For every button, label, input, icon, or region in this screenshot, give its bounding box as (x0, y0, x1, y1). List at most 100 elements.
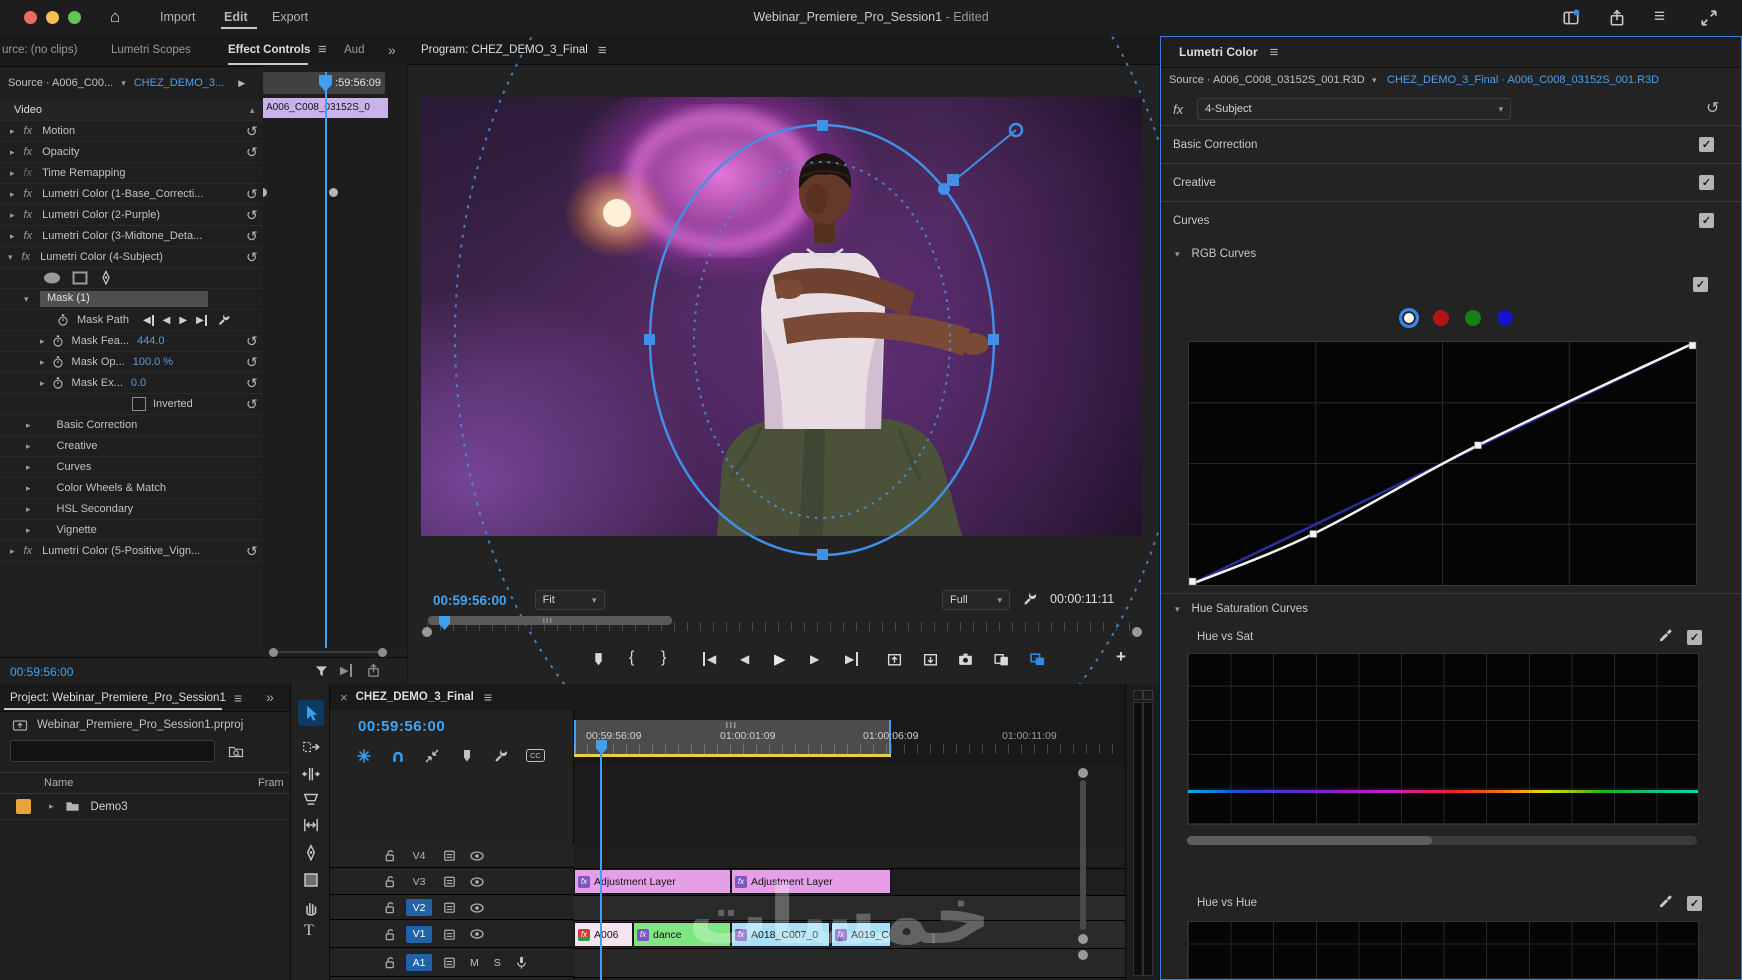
mask-opacity-value[interactable]: 100.0 % (133, 356, 173, 368)
reset-icon[interactable]: ↺ (246, 355, 258, 369)
timeline-ruler[interactable]: 00:59:56:09 01:00:01:09 01:00:06:09 01:0… (574, 710, 1125, 764)
program-video-frame[interactable] (421, 97, 1142, 536)
stopwatch-icon[interactable] (51, 355, 65, 369)
timeline-playhead-line[interactable] (600, 748, 602, 980)
reset-icon[interactable]: ↺ (246, 187, 258, 201)
keyframe-icon[interactable] (329, 188, 338, 197)
lumetri-section-basic[interactable]: Basic Correction ✓ (1161, 126, 1741, 163)
scrollbar-handle[interactable] (269, 648, 278, 657)
play-icon[interactable]: ▶ (774, 650, 786, 668)
effect-row-time-remapping[interactable]: ▸fx Time Remapping (0, 163, 263, 184)
ec-playhead-line[interactable] (325, 72, 327, 648)
tab-lumetri-scopes[interactable]: Lumetri Scopes (111, 44, 191, 56)
program-timecode[interactable]: 00:59:56:00 (433, 593, 507, 608)
reset-icon[interactable]: ↺ (246, 124, 258, 138)
filter-effects-icon[interactable] (314, 664, 329, 679)
eye-icon[interactable] (469, 926, 485, 942)
add-marker-icon[interactable] (590, 651, 607, 668)
close-sequence-icon[interactable]: × (340, 690, 348, 705)
hue-vs-hue-checkbox[interactable]: ✓ (1687, 896, 1702, 911)
ripple-edit-tool[interactable] (302, 765, 320, 783)
work-area-yellow-bar[interactable] (574, 754, 891, 757)
scrollbar-handle[interactable] (378, 648, 387, 657)
fullscreen-icon[interactable] (1700, 9, 1718, 27)
comparison-view-icon[interactable] (993, 651, 1010, 668)
create-rect-mask-icon[interactable] (72, 271, 88, 285)
column-frame-rate[interactable]: Fram (258, 777, 284, 789)
go-to-out-icon[interactable]: ▶ (845, 652, 858, 666)
create-ellipse-mask-icon[interactable] (42, 271, 62, 285)
lumetri-panel-menu-icon[interactable]: ≡ (1270, 44, 1279, 61)
reset-icon[interactable]: ↺ (246, 334, 258, 348)
step-mask-back-icon[interactable]: ◀ (163, 315, 171, 326)
reset-icon[interactable]: ↺ (1706, 101, 1719, 117)
stopwatch-icon[interactable] (51, 334, 65, 348)
stopwatch-icon[interactable] (56, 313, 70, 327)
track-mask-back-icon[interactable]: ◀ (143, 315, 154, 326)
rectangle-tool[interactable] (303, 872, 319, 888)
mask-name[interactable]: Mask (1) (40, 291, 208, 307)
section-basic-correction[interactable]: ▸ Basic Correction (0, 415, 263, 436)
channel-blue-button[interactable] (1497, 310, 1513, 326)
chevron-down-icon[interactable]: ▾ (121, 78, 126, 89)
hue-vs-hue-grid[interactable] (1187, 921, 1699, 980)
search-input[interactable] (10, 740, 215, 762)
effect-row-lumetri-5[interactable]: ▸fx Lumetri Color (5-Positive_Vign... ↺ (0, 541, 263, 562)
track-mask-play-icon[interactable]: ▶ (179, 315, 187, 326)
track-settings-icon[interactable] (442, 955, 457, 970)
effect-row-lumetri-1[interactable]: ▸fx Lumetri Color (1-Base_Correcti... ↺ (0, 184, 263, 205)
track-settings-icon[interactable] (442, 848, 457, 863)
ec-bottom-timecode[interactable]: 00:59:56:00 (10, 665, 73, 679)
scrubber-handle-left[interactable] (422, 627, 432, 637)
effect-row-opacity[interactable]: ▸fx Opacity ↺ (0, 142, 263, 163)
timeline-settings-wrench-icon[interactable] (493, 748, 509, 764)
step-forward-icon[interactable]: ▶ (810, 652, 819, 666)
hue-sat-curves-header[interactable]: ▾ Hue Saturation Curves (1161, 595, 1741, 623)
zoom-level-select[interactable]: Fit▾ (535, 590, 605, 610)
type-tool[interactable]: T (304, 922, 314, 940)
eyedropper-icon[interactable] (1658, 628, 1673, 643)
export-panel-icon[interactable] (366, 663, 381, 678)
basic-correction-checkbox[interactable]: ✓ (1699, 137, 1714, 152)
clip-a006[interactable]: fx A006 (574, 922, 633, 947)
mask-tracking-options-icon[interactable] (217, 313, 231, 327)
channel-white-button[interactable] (1399, 308, 1419, 328)
mask-row[interactable]: ▾ Mask (1) (0, 289, 263, 310)
lock-icon[interactable] (382, 874, 397, 889)
hue-vs-sat-grid[interactable] (1187, 653, 1699, 825)
track-target-v2[interactable]: V2 (406, 899, 432, 916)
extract-icon[interactable] (922, 651, 939, 668)
captions-icon[interactable]: CC (526, 749, 545, 762)
creative-checkbox[interactable]: ✓ (1699, 175, 1714, 190)
play-audio-preview-icon[interactable]: ▶ (340, 664, 352, 677)
track-target-v1[interactable]: V1 (406, 926, 432, 943)
rgb-curves-header[interactable]: ▾ RGB Curves (1161, 239, 1741, 269)
step-back-icon[interactable]: ◀ (740, 652, 749, 666)
lumetri-effect-select[interactable]: 4-Subject▾ (1197, 98, 1511, 120)
track-settings-icon[interactable] (442, 874, 457, 889)
project-filename[interactable]: Webinar_Premiere_Pro_Session1.prproj (37, 719, 243, 731)
lumetri-section-creative[interactable]: Creative ✓ (1161, 164, 1741, 201)
ec-horizontal-scrollbar[interactable] (263, 648, 407, 657)
go-to-in-icon[interactable]: ◀ (703, 652, 716, 666)
tab-overflow-icon[interactable]: » (388, 42, 396, 58)
effect-row-motion[interactable]: ▸fx Motion ↺ (0, 121, 263, 142)
add-button-icon[interactable]: + (1116, 647, 1126, 667)
program-settings-wrench-icon[interactable] (1022, 591, 1038, 607)
channel-red-button[interactable] (1433, 310, 1449, 326)
playback-resolution-select[interactable]: Full▾ (942, 590, 1010, 610)
eye-icon[interactable] (469, 874, 485, 890)
track-lane-v4[interactable] (574, 844, 1125, 869)
hue-spectrum-line[interactable] (1188, 790, 1698, 793)
curves-checkbox[interactable]: ✓ (1699, 213, 1714, 228)
section-creative[interactable]: ▸ Creative (0, 436, 263, 457)
effect-row-lumetri-2[interactable]: ▸fx Lumetri Color (2-Purple) ↺ (0, 205, 263, 226)
channel-green-button[interactable] (1465, 310, 1481, 326)
mute-button[interactable]: M (470, 957, 479, 969)
quick-export-icon[interactable] (1608, 9, 1626, 27)
selection-tool[interactable] (298, 700, 324, 726)
reset-icon[interactable]: ↺ (246, 208, 258, 222)
nest-toggle-icon[interactable] (356, 748, 372, 764)
show-keyframes-icon[interactable]: ▶ (238, 78, 245, 89)
effect-controls-panel-menu-icon[interactable]: ≡ (318, 41, 327, 58)
